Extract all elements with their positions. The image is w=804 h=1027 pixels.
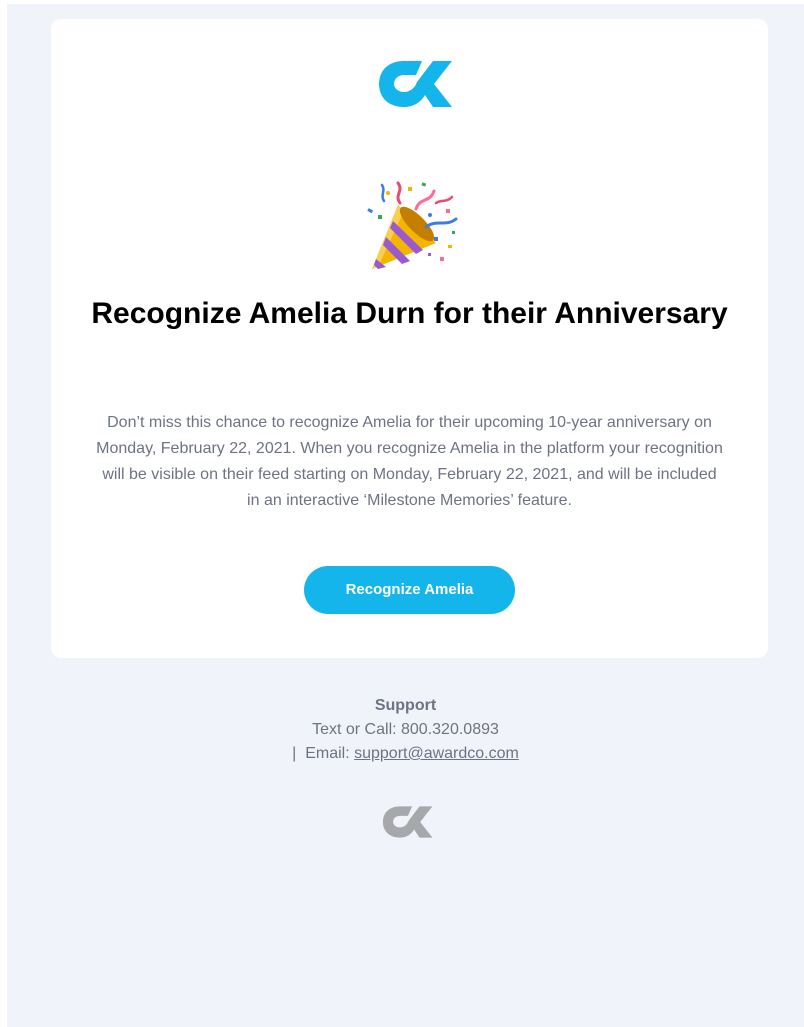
support-phone: Text or Call: 800.320.0893 bbox=[312, 721, 499, 738]
recognize-button[interactable]: Recognize Amelia bbox=[304, 566, 515, 614]
support-email-label: | Email: bbox=[292, 745, 355, 762]
awardco-logo-icon bbox=[379, 61, 452, 107]
awardco-footer-logo-icon bbox=[382, 806, 433, 838]
email-card: Recognize Amelia Durn for their Annivers… bbox=[51, 19, 768, 658]
support-email-link[interactable]: support@awardco.com bbox=[354, 745, 519, 762]
support-title: Support bbox=[374, 697, 437, 714]
body-text: Don’t miss this chance to recognize Amel… bbox=[96, 414, 723, 509]
page-title: Recognize Amelia Durn for their Annivers… bbox=[91, 297, 728, 330]
support-email-line: | Email: support@awardco.com bbox=[7, 742, 804, 766]
footer: Support Text or Call: 800.320.0893 | Ema… bbox=[7, 694, 804, 766]
email-background: Recognize Amelia Durn for their Annivers… bbox=[7, 4, 804, 1027]
party-popper-icon bbox=[367, 181, 458, 269]
